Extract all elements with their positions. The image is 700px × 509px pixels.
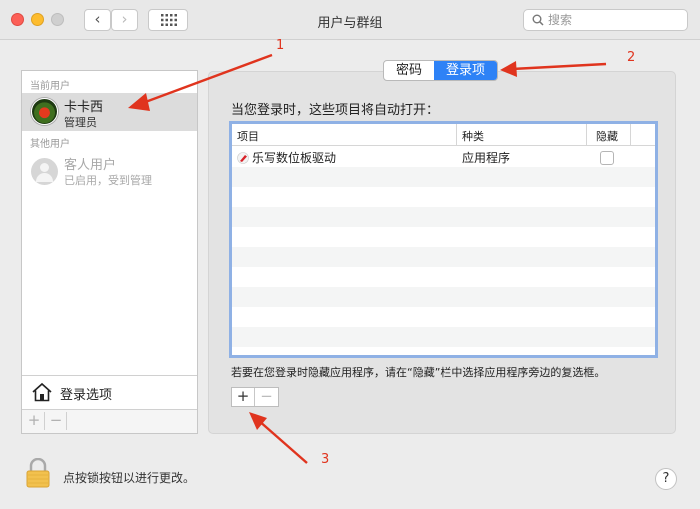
arrow-1-head — [128, 93, 150, 111]
arrow-2-head — [500, 61, 517, 77]
tab-control: 密码 登录项 — [383, 60, 499, 81]
annotation-label-2: 2 — [627, 50, 636, 65]
arrow-1-line — [139, 53, 273, 106]
arrow-2-line — [511, 62, 607, 71]
arrow-3-head — [249, 412, 267, 430]
annotation-label-1: 1 — [276, 38, 285, 53]
tab-password[interactable]: 密码 — [384, 61, 434, 80]
arrow-3-line — [257, 419, 308, 464]
annotation-arrows — [128, 53, 607, 464]
annotation-label-3: 3 — [321, 452, 330, 467]
tab-login-items[interactable]: 登录项 — [434, 61, 498, 80]
